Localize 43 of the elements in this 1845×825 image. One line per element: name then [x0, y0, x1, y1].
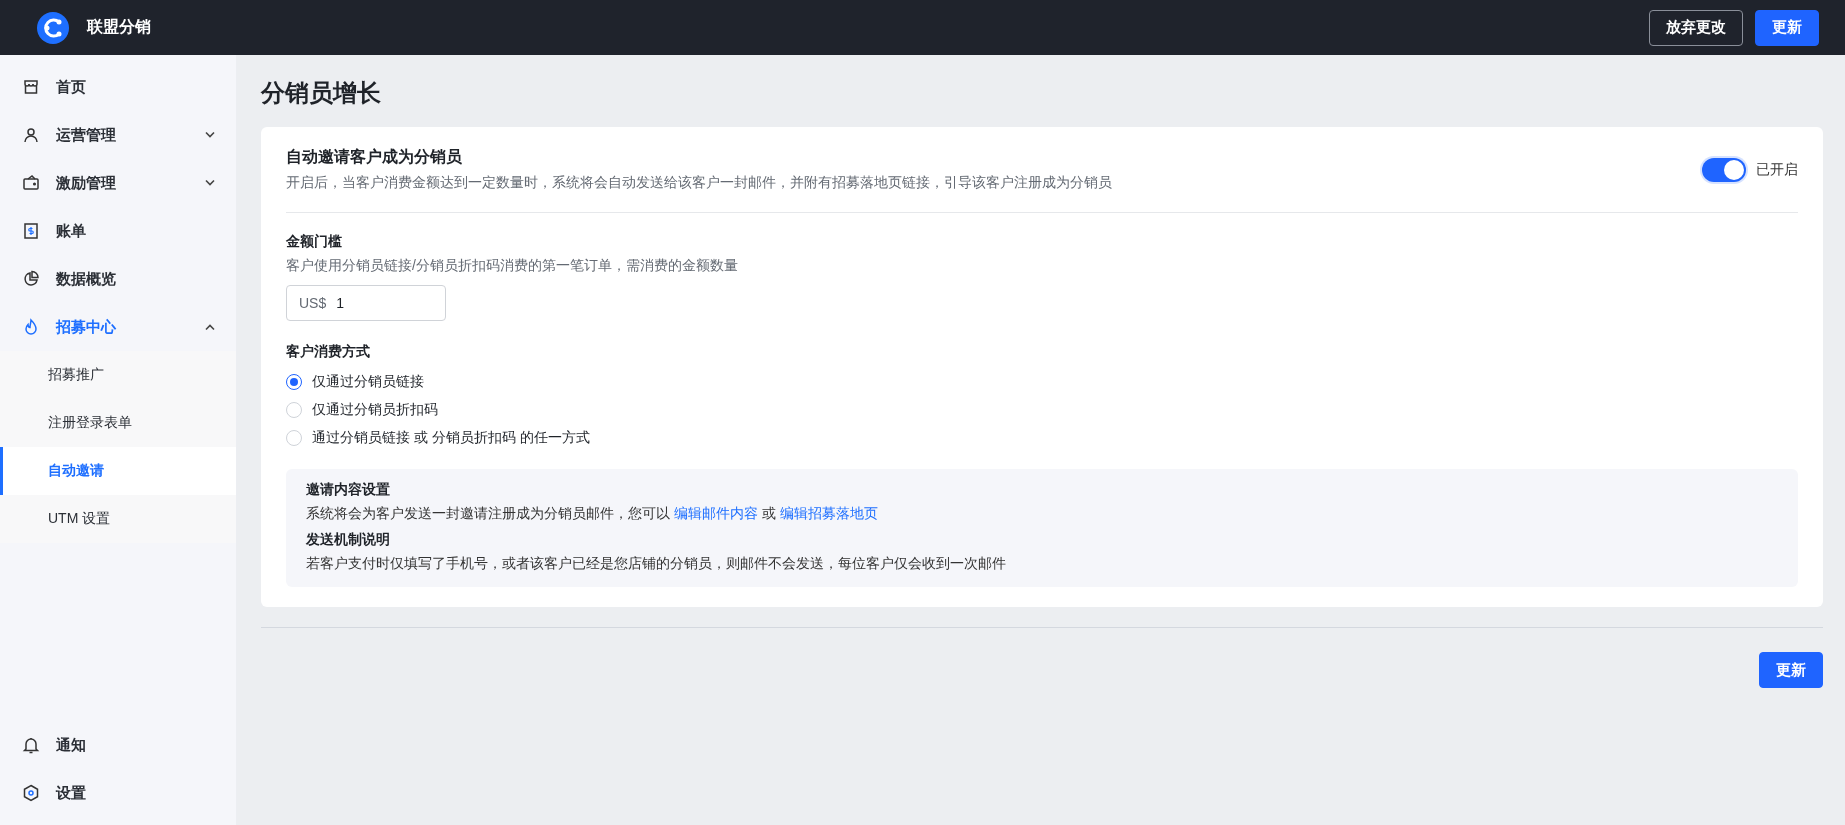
toggle-switch[interactable]	[1702, 157, 1746, 182]
wallet-icon	[22, 174, 40, 192]
nav-item[interactable]: 首页	[0, 63, 236, 111]
update-button[interactable]: 更新	[1755, 9, 1819, 46]
receipt-icon	[22, 222, 40, 240]
radio-label[interactable]: 仅通过分销员链接	[312, 373, 424, 391]
submenu-item[interactable]: 自动邀请	[0, 447, 236, 495]
radio-label[interactable]: 通过分销员链接 或 分销员折扣码 的任一方式	[312, 429, 590, 447]
info-title: 邀请内容设置	[306, 481, 391, 499]
field-hint: 客户使用分销员链接/分销员折扣码消费的第一笔订单，需消费的金额数量	[286, 257, 739, 275]
nav-item[interactable]: 账单	[0, 207, 236, 255]
nav-item[interactable]: 运营管理	[0, 111, 236, 159]
bell-icon	[22, 736, 40, 754]
field-label: 客户消费方式	[286, 343, 371, 361]
nav-item[interactable]: 设置	[0, 769, 236, 817]
nav-item[interactable]: 通知	[0, 721, 236, 769]
pie-chart-icon	[22, 270, 40, 288]
nav-item[interactable]: 数据概览	[0, 255, 236, 303]
submenu-item[interactable]: UTM 设置	[0, 495, 236, 543]
section-title: 自动邀请客户成为分销员	[286, 147, 463, 167]
section-description: 开启后，当客户消费金额达到一定数量时，系统将会自动发送给该客户一封邮件，并附有招募落地页链接，引导该客户注册成为分销员	[286, 174, 1112, 192]
page-title: 分销员增长	[261, 78, 382, 108]
radio-label[interactable]: 仅通过分销员折扣码	[312, 401, 438, 419]
submenu-item[interactable]: 注册登录表单	[0, 399, 236, 447]
edit-email-link[interactable]: 编辑邮件内容	[673, 505, 758, 521]
nav-item[interactable]: 激励管理	[0, 159, 236, 207]
edit-landing-page-link[interactable]: 编辑招募落地页	[779, 505, 878, 521]
amount-input[interactable]: US$ 1	[286, 285, 446, 321]
store-icon	[22, 78, 40, 96]
flame-icon	[22, 318, 40, 336]
toggle-status: 已开启	[1756, 160, 1798, 179]
info-text: 系统将会为客户发送一封邀请注册成为分销员邮件，您可以 编辑邮件内容 或 编辑招募落地页	[306, 505, 879, 523]
info-title: 发送机制说明	[306, 531, 391, 549]
settings-icon	[22, 784, 40, 802]
update-button[interactable]: 更新	[1759, 652, 1823, 688]
info-text: 若客户支付时仅填写了手机号，或者该客户已经是您店铺的分销员，则邮件不会发送，每位客户仅会收到一次邮件	[306, 555, 1007, 573]
discard-button[interactable]: 放弃更改	[1649, 9, 1743, 46]
person-icon	[22, 126, 40, 144]
nav-item[interactable]: 招募中心	[0, 303, 236, 351]
logo-icon	[37, 11, 69, 44]
submenu-item[interactable]: 招募推广	[0, 351, 236, 399]
app-title: 联盟分销	[87, 17, 151, 37]
field-label: 金额门槛	[286, 233, 343, 251]
